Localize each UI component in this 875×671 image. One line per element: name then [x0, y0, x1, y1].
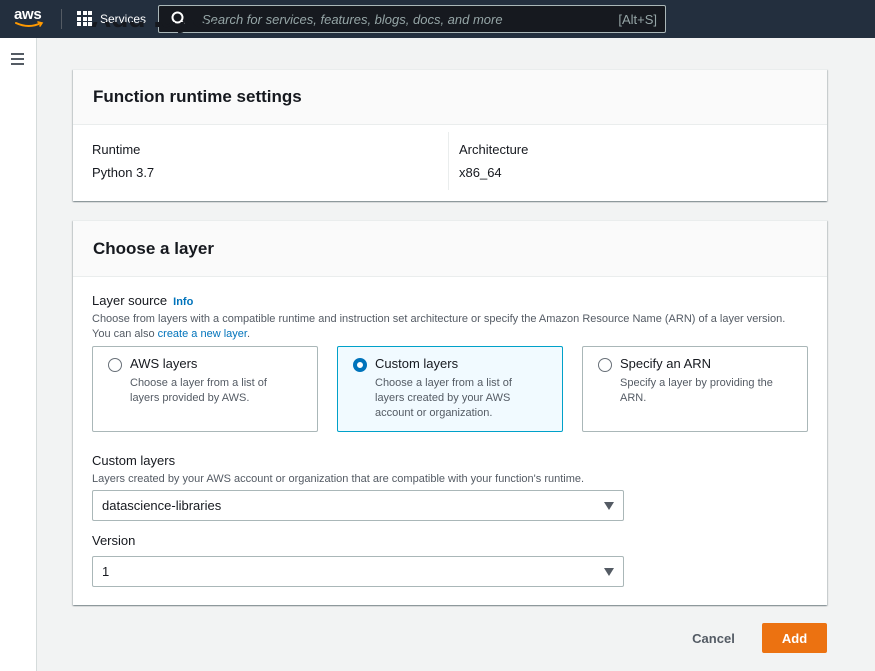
column-divider [448, 132, 449, 190]
search-placeholder: Search for services, features, blogs, do… [202, 11, 503, 27]
runtime-value: Python 3.7 [92, 165, 155, 180]
choose-layer-title: Choose a layer [93, 238, 214, 258]
custom-layers-label: Custom layers [92, 453, 176, 468]
radio-button[interactable] [598, 358, 612, 372]
grid-icon [77, 11, 92, 26]
option-description: Choose a layer from a list of layers pro… [130, 377, 267, 404]
caret-down-icon [604, 502, 614, 510]
architecture-value: x86_64 [459, 165, 502, 180]
runtime-settings-title: Function runtime settings [93, 87, 302, 106]
runtime-field: Runtime Python 3.7 [92, 142, 154, 180]
custom-layers-select[interactable]: datascience-libraries [92, 490, 624, 521]
option-custom-layers[interactable]: Custom layers Choose a layer from a list… [337, 346, 563, 432]
add-button[interactable]: Add [762, 623, 827, 653]
option-title: Custom layers [375, 356, 459, 371]
menu-icon[interactable] [11, 53, 24, 68]
version-select[interactable]: 1 [92, 556, 624, 587]
option-specify-arn[interactable]: Specify an ARN Specify a layer by provid… [582, 346, 808, 432]
search-input[interactable]: Search for services, features, blogs, do… [158, 5, 666, 33]
aws-logo-text: aws [14, 6, 42, 23]
version-label: Version [92, 533, 136, 548]
layer-source-description: Choose from layers with a compatible run… [92, 313, 786, 340]
nav-divider [61, 9, 62, 29]
architecture-label: Architecture [459, 142, 529, 157]
cancel-button[interactable]: Cancel [681, 623, 746, 653]
option-description: Choose a layer from a list of layers cre… [375, 377, 512, 419]
custom-layers-description: Layers created by your AWS account or or… [92, 473, 585, 485]
version-value: 1 [102, 564, 110, 579]
info-link[interactable]: Info [173, 296, 193, 308]
runtime-settings-header: Function runtime settings [73, 70, 827, 125]
architecture-field: Architecture x86_64 [459, 142, 528, 180]
option-title: AWS layers [130, 356, 198, 371]
option-aws-layers[interactable]: AWS layers Choose a layer from a list of… [92, 346, 318, 432]
search-shortcut: [Alt+S] [618, 11, 657, 27]
create-new-layer-link[interactable]: create a new layer [158, 328, 247, 340]
option-description: Specify a layer by providing the ARN. [620, 377, 773, 404]
option-title: Specify an ARN [620, 356, 712, 371]
radio-button-selected[interactable] [353, 358, 367, 372]
runtime-label: Runtime [92, 142, 141, 157]
layer-source-label: Layer source Info [92, 293, 194, 308]
runtime-settings-panel: Function runtime settings Runtime Python… [73, 69, 827, 201]
side-navigation-rail [0, 38, 37, 671]
radio-button[interactable] [108, 358, 122, 372]
aws-logo[interactable]: aws [14, 7, 48, 31]
caret-down-icon [604, 568, 614, 576]
choose-layer-panel: Choose a layer Layer source Info Choose f… [73, 220, 827, 605]
custom-layers-value: datascience-libraries [102, 498, 222, 513]
choose-layer-header: Choose a layer [73, 221, 827, 277]
page-title: Add layer [91, 22, 219, 38]
aws-smile-icon [15, 21, 44, 27]
